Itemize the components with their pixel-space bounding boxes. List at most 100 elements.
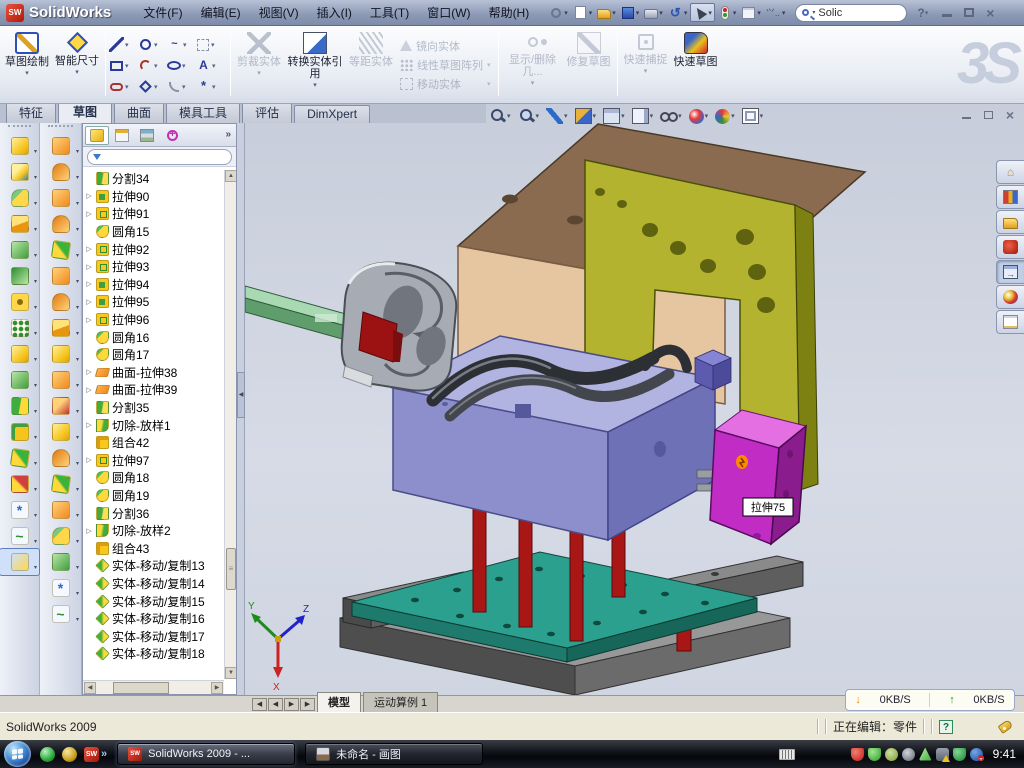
toolbar-button[interactable]: ▾ (0, 185, 39, 211)
toolbar-button[interactable]: ▾ (40, 471, 81, 497)
toolbar-button[interactable]: ▾ (0, 159, 39, 185)
dropdown-arrow-icon[interactable]: ▾ (34, 200, 37, 207)
task-pane-tab[interactable] (996, 210, 1024, 234)
dropdown-arrow-icon[interactable]: ▾ (76, 460, 79, 467)
dropdown-arrow-icon[interactable]: ▾ (125, 83, 129, 91)
smart-dimension-button[interactable]: 智能尺寸 ▾ (52, 29, 102, 100)
dropdown-arrow-icon[interactable]: ▾ (34, 460, 37, 467)
dropdown-arrow-icon[interactable]: ▾ (34, 486, 37, 493)
sketch-entity-button[interactable]: * ▾ (196, 76, 225, 97)
toolbar-drag-handle[interactable] (8, 125, 31, 131)
tree-item[interactable]: ▷ 曲面-拉伸39 (85, 381, 224, 399)
scrollbar-thumb[interactable] (226, 548, 236, 590)
dropdown-arrow-icon[interactable]: ▾ (183, 41, 187, 49)
menu-item[interactable]: 插入(I) (309, 1, 360, 24)
toolbar-button[interactable]: ▾ (0, 419, 39, 445)
toolbar-button[interactable]: ▾ (40, 315, 81, 341)
dropdown-arrow-icon[interactable]: ▾ (621, 112, 625, 120)
dropdown-arrow-icon[interactable]: ▾ (536, 112, 540, 120)
toolbar-button[interactable]: ▾ (40, 393, 81, 419)
convert-entities-button[interactable]: 转换实体引用 ▾ (284, 29, 346, 100)
dropdown-arrow-icon[interactable]: ▾ (34, 278, 37, 285)
dropdown-arrow-icon[interactable]: ▾ (564, 112, 568, 120)
expander-icon[interactable]: ▷ (85, 421, 93, 429)
tree-item[interactable]: ▷ 拉伸96 (85, 311, 224, 329)
toolbar-button[interactable]: ▾ (0, 549, 39, 575)
tree-item[interactable]: ▷ 圆角19 (85, 487, 224, 505)
toolbar-button[interactable]: ▾ (0, 341, 39, 367)
toolbar-button[interactable]: ▾ (40, 341, 81, 367)
restore-button[interactable] (964, 8, 974, 17)
dropdown-arrow-icon[interactable]: ▾ (34, 226, 37, 233)
tree-item[interactable]: ▷ 拉伸97 (85, 452, 224, 470)
search-box[interactable]: ▾ Solic (795, 4, 907, 22)
dropdown-arrow-icon[interactable]: ▾ (76, 512, 79, 519)
tree-item[interactable]: ▷ 组合42 (85, 434, 224, 452)
dropdown-arrow-icon[interactable]: ▾ (34, 382, 37, 389)
sketch-entity-button[interactable]: ▾ (138, 34, 167, 55)
sketch-entity-button[interactable]: ▾ (167, 76, 196, 97)
dropdown-arrow-icon[interactable]: ▾ (25, 69, 29, 77)
tray-icon[interactable] (851, 748, 864, 761)
tree-item[interactable]: ▷ 实体-移动/复制16 (85, 610, 224, 628)
heads-up-button[interactable]: ▾ (518, 108, 540, 124)
toolbar-button[interactable]: ⺍.. ▾ (764, 4, 788, 22)
heads-up-button[interactable]: ▾ (660, 108, 682, 124)
dropdown-arrow-icon[interactable]: ▾ (212, 62, 216, 70)
dropdown-arrow-icon[interactable]: ▾ (705, 112, 709, 120)
toolbar-button[interactable]: ▾ (40, 211, 81, 237)
dropdown-arrow-icon[interactable]: ▾ (76, 252, 79, 259)
toolbar-button[interactable]: ▾ (40, 237, 81, 263)
trim-entities-button[interactable]: 剪裁实体 ▾ (234, 29, 284, 100)
manager-tab-button[interactable] (110, 126, 134, 145)
dropdown-arrow-icon[interactable]: ▾ (34, 356, 37, 363)
tab-nav-button[interactable]: ▶ (284, 698, 299, 711)
menu-item[interactable]: 窗口(W) (419, 1, 478, 24)
dropdown-arrow-icon[interactable]: ▾ (757, 9, 761, 17)
search-dropdown-icon[interactable]: ▾ (812, 9, 815, 16)
doc-close-button[interactable]: × (1006, 110, 1014, 120)
tree-horizontal-scrollbar[interactable]: ◀ ▶ (83, 680, 224, 694)
ribbon-tab[interactable]: 评估 (242, 102, 292, 123)
dropdown-arrow-icon[interactable]: ▾ (564, 9, 568, 17)
dropdown-arrow-icon[interactable]: ▾ (731, 112, 735, 120)
toolbar-button[interactable]: ▾ (690, 3, 715, 22)
panel-collapse-button[interactable]: ◀ (237, 372, 245, 418)
tree-item[interactable]: ▷ 圆角15 (85, 223, 224, 241)
dropdown-arrow-icon[interactable]: ▾ (76, 434, 79, 441)
dropdown-arrow-icon[interactable]: ▾ (34, 252, 37, 259)
dropdown-arrow-icon[interactable]: ▾ (125, 41, 129, 49)
rapid-sketch-button[interactable]: 快速草图 (671, 29, 721, 100)
heads-up-button[interactable]: ▾ (632, 108, 654, 124)
toolbar-button[interactable]: ▾ (547, 4, 570, 22)
scroll-up-button[interactable]: ▲ (225, 170, 237, 182)
tree-item[interactable]: ▷ 拉伸92 (85, 240, 224, 258)
dropdown-arrow-icon[interactable]: ▾ (76, 304, 79, 311)
toolbar-drag-handle[interactable] (48, 125, 73, 131)
toolbar-button[interactable]: ▾ (40, 549, 81, 575)
ribbon-tab[interactable]: 曲面 (114, 102, 164, 123)
dropdown-arrow-icon[interactable]: ▾ (76, 616, 79, 623)
graphics-viewport[interactable]: 拉伸75 Y Z X ▾ (245, 104, 1024, 695)
dropdown-arrow-icon[interactable]: ▾ (34, 564, 37, 571)
expander-icon[interactable]: ▷ (85, 298, 93, 306)
dropdown-arrow-icon[interactable]: ▾ (76, 564, 79, 571)
dropdown-arrow-icon[interactable]: ▾ (182, 62, 186, 70)
dropdown-arrow-icon[interactable]: ▾ (708, 9, 712, 17)
heads-up-button[interactable]: ▾ (715, 109, 735, 124)
header-chevron-icon[interactable]: » (225, 129, 234, 140)
tree-item[interactable]: ▷ 切除-放样1 (85, 416, 224, 434)
toolbar-button[interactable]: ▾ (0, 263, 39, 289)
minimize-button[interactable] (942, 8, 952, 17)
manager-tab-button[interactable] (135, 126, 159, 145)
toolbar-button[interactable]: ▾ (40, 575, 81, 601)
task-pane-tab[interactable]: ⌂ (996, 160, 1024, 184)
dropdown-arrow-icon[interactable]: ▾ (76, 408, 79, 415)
sketch-entity-button[interactable]: ~ ▾ (167, 34, 196, 55)
toolbar-button[interactable]: ▾ (0, 497, 39, 523)
toolbar-button[interactable]: ▾ (739, 4, 763, 22)
quick-launch-icon[interactable] (40, 747, 55, 762)
tree-item[interactable]: ▷ 分割35 (85, 399, 224, 417)
dropdown-arrow-icon[interactable]: ▾ (612, 9, 616, 17)
toolbar-button[interactable]: ▾ (0, 133, 39, 159)
